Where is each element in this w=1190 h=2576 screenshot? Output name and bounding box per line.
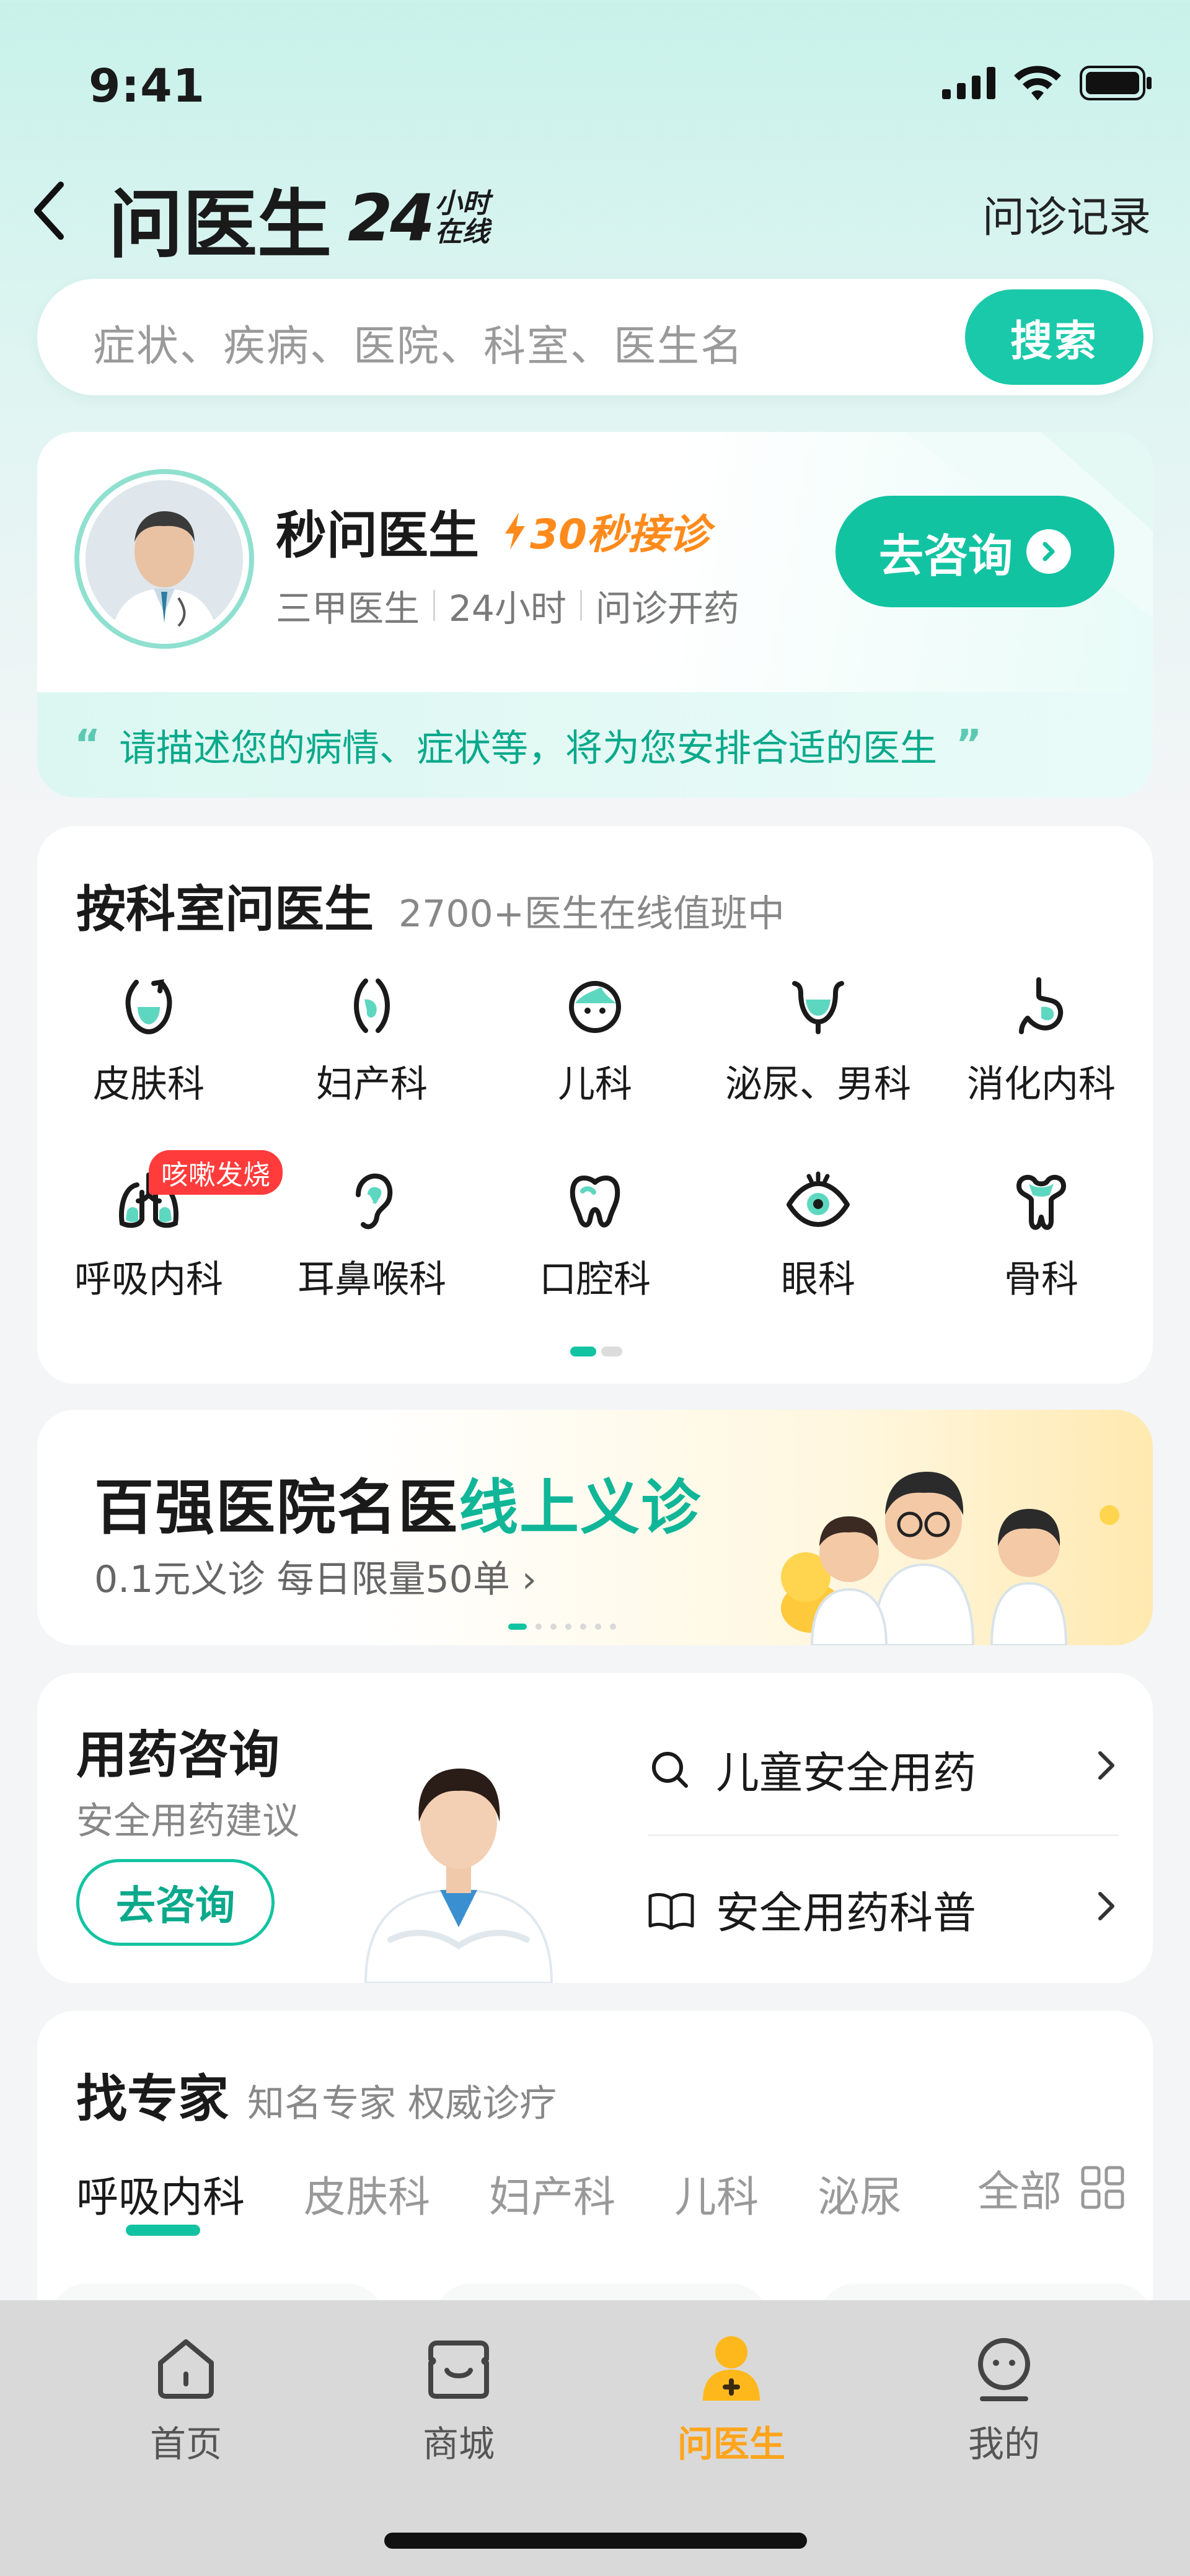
- tab-home[interactable]: 首页: [93, 2328, 279, 2467]
- consult-record-link[interactable]: 问诊记录: [982, 183, 1151, 244]
- child-safe-medication-link[interactable]: 儿童安全用药: [648, 1704, 1119, 1834]
- search-icon: [648, 1747, 697, 1791]
- tab-ask-doctor[interactable]: 问医生: [638, 2328, 824, 2467]
- tab-pediatrics[interactable]: 儿科: [674, 2163, 759, 2224]
- medication-subtitle: 安全用药建议: [76, 1800, 299, 1843]
- department-orthopedics[interactable]: 骨科: [930, 1164, 1153, 1303]
- quick-consult-card[interactable]: 秒问医生 30秒接诊 三甲医生 24小时 问诊开药 去咨询 “ 请描述您的病情、…: [37, 432, 1153, 798]
- tab-skin[interactable]: 皮肤科: [304, 2163, 430, 2224]
- lightning-icon: [505, 512, 526, 550]
- battery-icon: [1080, 66, 1152, 100]
- department-ent[interactable]: 耳鼻喉科: [260, 1164, 483, 1303]
- department-ophthalmology[interactable]: 眼科: [707, 1164, 930, 1303]
- banner-title: 百强医院名医线上义诊: [94, 1473, 702, 1542]
- search-bar[interactable]: 症状、疾病、医院、科室、医生名 搜索: [37, 279, 1153, 395]
- female-doctor-illustration-icon: [364, 1769, 553, 1983]
- divider: [580, 590, 582, 621]
- wifi-icon: [1014, 66, 1061, 100]
- ear-icon: [335, 1164, 409, 1238]
- home-icon: [146, 2328, 226, 2409]
- shop-icon: [418, 2328, 499, 2409]
- status-time: 9:41: [89, 59, 206, 113]
- doctors-illustration-icon: [781, 1472, 1119, 1645]
- obstetrics-icon: [335, 969, 409, 1043]
- open-quote-icon: “: [74, 722, 101, 768]
- page-title: 问医生 24 小时 在线: [108, 164, 490, 272]
- quick-consult-features: 三甲医生 24小时 问诊开药: [276, 587, 739, 630]
- search-button[interactable]: 搜索: [965, 289, 1144, 385]
- back-button[interactable]: [31, 177, 81, 245]
- bladder-icon: [781, 969, 855, 1043]
- tab-urology[interactable]: 泌尿: [818, 2163, 902, 2224]
- search-input[interactable]: 症状、疾病、医院、科室、医生名: [93, 312, 744, 373]
- home-indicator: [384, 2533, 807, 2549]
- quick-consult-title: 秒问医生 30秒接诊: [276, 494, 710, 568]
- tab-obstetrics[interactable]: 妇产科: [489, 2163, 615, 2224]
- page-title-text: 问医生: [108, 182, 332, 268]
- stomach-icon: [1004, 969, 1078, 1043]
- department-section-title: 按科室问医生 2700+医生在线值班中: [76, 881, 785, 938]
- banner-subtitle: 0.1元义诊 每日限量50单 ›: [94, 1558, 537, 1601]
- tab-shop[interactable]: 商城: [366, 2328, 552, 2467]
- chevron-left-icon: [34, 182, 64, 240]
- chevron-right-icon: [1094, 1744, 1119, 1795]
- chevron-right-icon: ›: [521, 1558, 537, 1601]
- status-icons: [942, 66, 1153, 100]
- tooth-icon: [558, 1164, 632, 1238]
- banner-page-indicator: [508, 1624, 616, 1630]
- bone-icon: [1004, 1164, 1078, 1238]
- medication-consult-button[interactable]: 去咨询: [76, 1859, 275, 1946]
- consult-tip: “ 请描述您的病情、症状等，将为您安排合适的医生 ”: [37, 692, 1153, 798]
- doctor-portrait-icon: [86, 480, 243, 638]
- chevron-right-icon: [1026, 529, 1071, 574]
- expert-tabs: 呼吸内科 皮肤科 妇产科 儿科 泌尿: [76, 2163, 902, 2236]
- close-quote-icon: ”: [956, 722, 982, 768]
- signal-icon: [942, 67, 995, 99]
- child-face-icon: [558, 969, 632, 1043]
- medication-card: 用药咨询 安全用药建议 去咨询 儿童安全用药 安全用药科普: [37, 1673, 1153, 1983]
- department-grid: 皮肤科 妇产科 儿科 泌尿、男科 消化内科 呼吸内科 咳嗽发烧 耳鼻喉科 口腔科…: [37, 969, 1153, 1303]
- department-gastro[interactable]: 消化内科: [930, 969, 1153, 1108]
- tab-respiratory[interactable]: 呼吸内科: [76, 2163, 245, 2236]
- department-pediatrics[interactable]: 儿科: [483, 969, 707, 1108]
- expert-section-title: 找专家 知名专家 权威诊疗: [76, 2070, 557, 2129]
- all-departments-button[interactable]: 全部: [940, 2153, 1125, 2222]
- eye-icon: [781, 1164, 855, 1238]
- 24h-online-badge: 24 小时 在线: [348, 180, 490, 256]
- department-respiratory[interactable]: 呼吸内科 咳嗽发烧: [37, 1150, 283, 1303]
- book-icon: [648, 1890, 697, 1930]
- skin-icon: [112, 969, 186, 1043]
- doctor-icon: [691, 2328, 772, 2409]
- department-page-indicator: [570, 1347, 622, 1356]
- go-consult-button[interactable]: 去咨询: [835, 496, 1114, 607]
- department-obstetrics[interactable]: 妇产科: [260, 969, 483, 1108]
- department-urology[interactable]: 泌尿、男科: [707, 969, 930, 1108]
- grid-icon: [1081, 2166, 1124, 2209]
- medication-title: 用药咨询: [76, 1726, 280, 1785]
- chevron-right-icon: [1094, 1884, 1119, 1935]
- profile-icon: [964, 2328, 1044, 2409]
- medication-links: 儿童安全用药 安全用药科普: [648, 1704, 1119, 1983]
- tab-profile[interactable]: 我的: [911, 2328, 1097, 2467]
- doctor-avatar: [74, 469, 254, 649]
- department-dental[interactable]: 口腔科: [483, 1164, 707, 1303]
- department-skin[interactable]: 皮肤科: [37, 969, 260, 1108]
- quick-consult-tag: 30秒接诊: [504, 501, 710, 561]
- divider: [433, 590, 436, 621]
- free-clinic-banner[interactable]: 百强医院名医线上义诊 0.1元义诊 每日限量50单 ›: [37, 1410, 1153, 1645]
- department-card: 按科室问医生 2700+医生在线值班中 皮肤科 妇产科 儿科 泌尿、男科 消化内…: [37, 826, 1153, 1384]
- medication-science-link[interactable]: 安全用药科普: [648, 1834, 1119, 1983]
